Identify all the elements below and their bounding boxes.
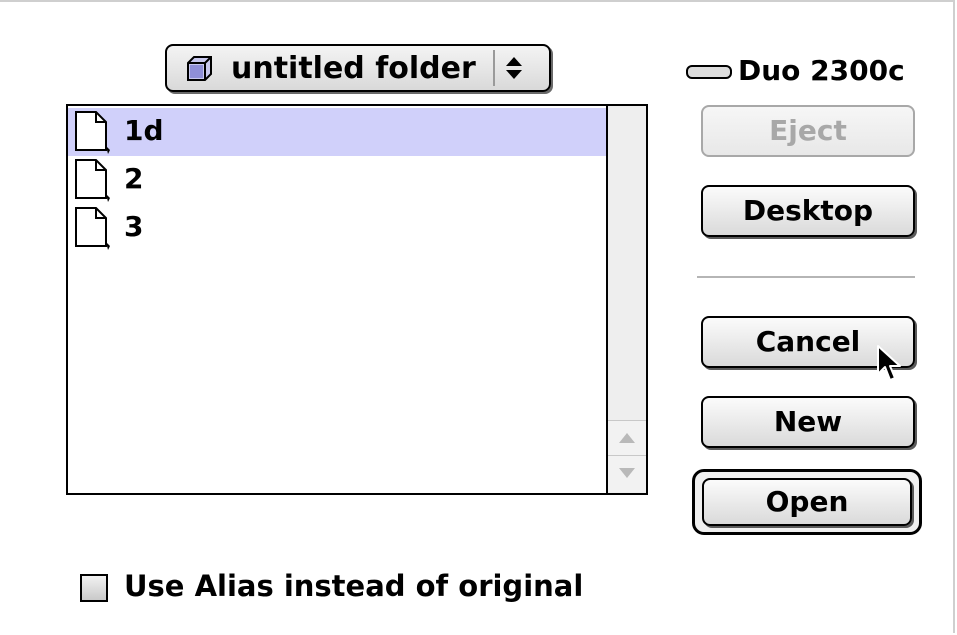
new-button[interactable]: New	[701, 396, 915, 448]
eject-button[interactable]: Eject	[701, 105, 915, 157]
default-button-ring: Open	[692, 469, 922, 535]
document-icon	[74, 158, 110, 202]
file-list[interactable]: 1d 2 3	[66, 104, 648, 495]
document-icon	[74, 110, 110, 154]
folder-icon	[185, 54, 213, 82]
vertical-scrollbar[interactable]	[606, 106, 646, 493]
alias-checkbox[interactable]	[80, 574, 108, 602]
list-item[interactable]: 3	[68, 204, 606, 252]
folder-name: untitled folder	[231, 51, 476, 86]
scroll-up-arrow[interactable]	[608, 420, 646, 456]
list-item[interactable]: 2	[68, 156, 606, 204]
open-button[interactable]: Open	[702, 478, 912, 526]
file-name: 3	[124, 210, 144, 243]
hard-disk-icon	[686, 64, 732, 79]
list-item[interactable]: 1d	[68, 108, 606, 156]
desktop-button[interactable]: Desktop	[701, 185, 915, 237]
mouse-pointer-icon	[876, 344, 904, 384]
file-name: 2	[124, 162, 144, 195]
volume-name: Duo 2300c	[738, 54, 905, 87]
scroll-down-arrow[interactable]	[608, 456, 646, 492]
file-name: 1d	[124, 114, 164, 147]
up-down-arrows-icon	[493, 50, 531, 86]
separator	[697, 276, 915, 278]
alias-label: Use Alias instead of original	[124, 569, 584, 603]
document-icon	[74, 206, 110, 250]
folder-popup-menu[interactable]: untitled folder	[165, 44, 551, 92]
